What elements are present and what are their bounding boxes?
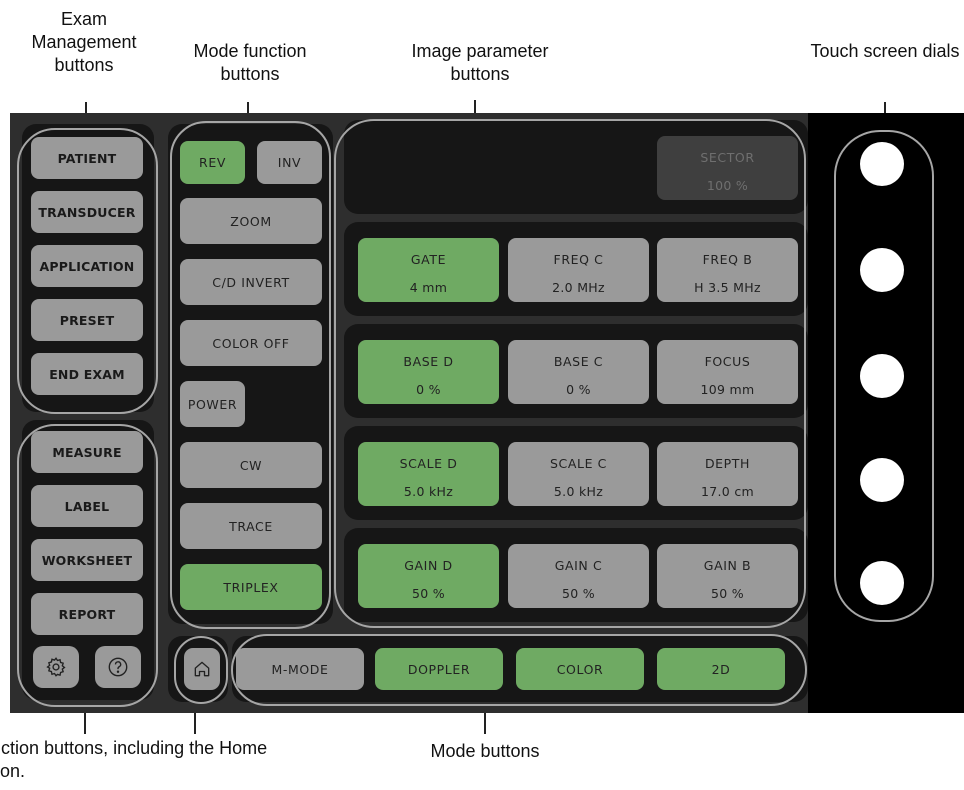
touch-dial-5[interactable]	[860, 561, 904, 605]
parameter-name: BASE C	[553, 354, 604, 369]
power-button[interactable]: POWER	[180, 381, 245, 427]
parameter-name: BASE D	[403, 354, 454, 369]
m-mode-button[interactable]: M-MODE	[236, 648, 364, 690]
parameter-name: FREQ B	[702, 252, 753, 267]
cw-button[interactable]: CW	[180, 442, 322, 488]
dial-area	[808, 113, 964, 713]
focus-parameter[interactable]: FOCUS 109 mm	[657, 340, 798, 404]
scale-c-parameter[interactable]: SCALE C 5.0 kHz	[508, 442, 649, 506]
inv-button[interactable]: INV	[257, 141, 322, 184]
parameter-value: 0 %	[416, 382, 441, 397]
triplex-button[interactable]: TRIPLEX	[180, 564, 322, 610]
parameter-name: GAIN B	[703, 558, 752, 573]
trace-button[interactable]: TRACE	[180, 503, 322, 549]
parameter-name: DEPTH	[704, 456, 751, 471]
application-button[interactable]: APPLICATION	[31, 245, 143, 287]
parameter-value: 50 %	[711, 586, 744, 601]
patient-button[interactable]: PATIENT	[31, 137, 143, 179]
parameter-value: 109 mm	[700, 382, 755, 397]
parameter-name: FREQ C	[553, 252, 604, 267]
settings-button[interactable]	[33, 646, 79, 688]
parameter-name: SCALE D	[399, 456, 458, 471]
sector-label: SECTOR	[700, 150, 755, 165]
parameter-value: H 3.5 MHz	[694, 280, 761, 295]
home-button[interactable]	[184, 648, 220, 690]
gain-c-parameter[interactable]: GAIN C 50 %	[508, 544, 649, 608]
parameter-name: GAIN D	[404, 558, 453, 573]
parameter-name: SCALE C	[550, 456, 607, 471]
callout-function-buttons: Function buttons, including the Home but…	[0, 738, 268, 781]
touch-dial-2[interactable]	[860, 248, 904, 292]
parameter-value: 4 mm	[409, 280, 448, 295]
parameter-value: 5.0 kHz	[403, 484, 454, 499]
label-button[interactable]: LABEL	[31, 485, 143, 527]
callout-exam-management: Exam Management buttons	[31, 9, 137, 75]
color-off-button[interactable]: COLOR OFF	[180, 320, 322, 366]
gear-icon	[46, 657, 66, 677]
report-button[interactable]: REPORT	[31, 593, 143, 635]
parameter-value: 50 %	[412, 586, 445, 601]
home-icon	[194, 661, 210, 677]
zoom-button[interactable]: ZOOM	[180, 198, 322, 244]
parameter-name: GATE	[410, 252, 447, 267]
touch-dial-4[interactable]	[860, 458, 904, 502]
transducer-button[interactable]: TRANSDUCER	[31, 191, 143, 233]
base-c-parameter[interactable]: BASE C 0 %	[508, 340, 649, 404]
measure-button[interactable]: MEASURE	[31, 431, 143, 473]
cd-invert-button[interactable]: C/D INVERT	[180, 259, 322, 305]
touch-dial-3[interactable]	[860, 354, 904, 398]
callout-touch-dials: Touch screen dials	[810, 41, 960, 61]
color-button[interactable]: COLOR	[516, 648, 644, 690]
parameter-value: 50 %	[562, 586, 595, 601]
gate-parameter[interactable]: GATE 4 mm	[358, 238, 499, 302]
depth-parameter[interactable]: DEPTH 17.0 cm	[657, 442, 798, 506]
doppler-button[interactable]: DOPPLER	[375, 648, 503, 690]
parameter-value: 17.0 cm	[701, 484, 754, 499]
end-exam-button[interactable]: END EXAM	[31, 353, 143, 395]
scale-d-parameter[interactable]: SCALE D 5.0 kHz	[358, 442, 499, 506]
callout-mode-buttons: Mode buttons	[430, 741, 540, 761]
freq-b-parameter[interactable]: FREQ B H 3.5 MHz	[657, 238, 798, 302]
freq-c-parameter[interactable]: FREQ C 2.0 MHz	[508, 238, 649, 302]
rev-button[interactable]: REV	[180, 141, 245, 184]
gain-d-parameter[interactable]: GAIN D 50 %	[358, 544, 499, 608]
help-button[interactable]	[95, 646, 141, 688]
callout-image-parameter: Image parameter buttons	[411, 41, 549, 84]
gain-b-parameter[interactable]: GAIN B 50 %	[657, 544, 798, 608]
parameter-name: GAIN C	[554, 558, 603, 573]
question-mark-icon	[108, 657, 128, 677]
preset-button[interactable]: PRESET	[31, 299, 143, 341]
worksheet-button[interactable]: WORKSHEET	[31, 539, 143, 581]
sector-parameter: SECTOR 100 %	[657, 136, 798, 200]
sector-value: 100 %	[706, 178, 749, 193]
parameter-name: FOCUS	[704, 354, 751, 369]
touch-dial-1[interactable]	[860, 142, 904, 186]
callout-mode-function: Mode function buttons	[193, 41, 307, 84]
2d-button[interactable]: 2D	[657, 648, 785, 690]
parameter-value: 5.0 kHz	[553, 484, 604, 499]
parameter-value: 0 %	[566, 382, 591, 397]
base-d-parameter[interactable]: BASE D 0 %	[358, 340, 499, 404]
parameter-value: 2.0 MHz	[552, 280, 605, 295]
